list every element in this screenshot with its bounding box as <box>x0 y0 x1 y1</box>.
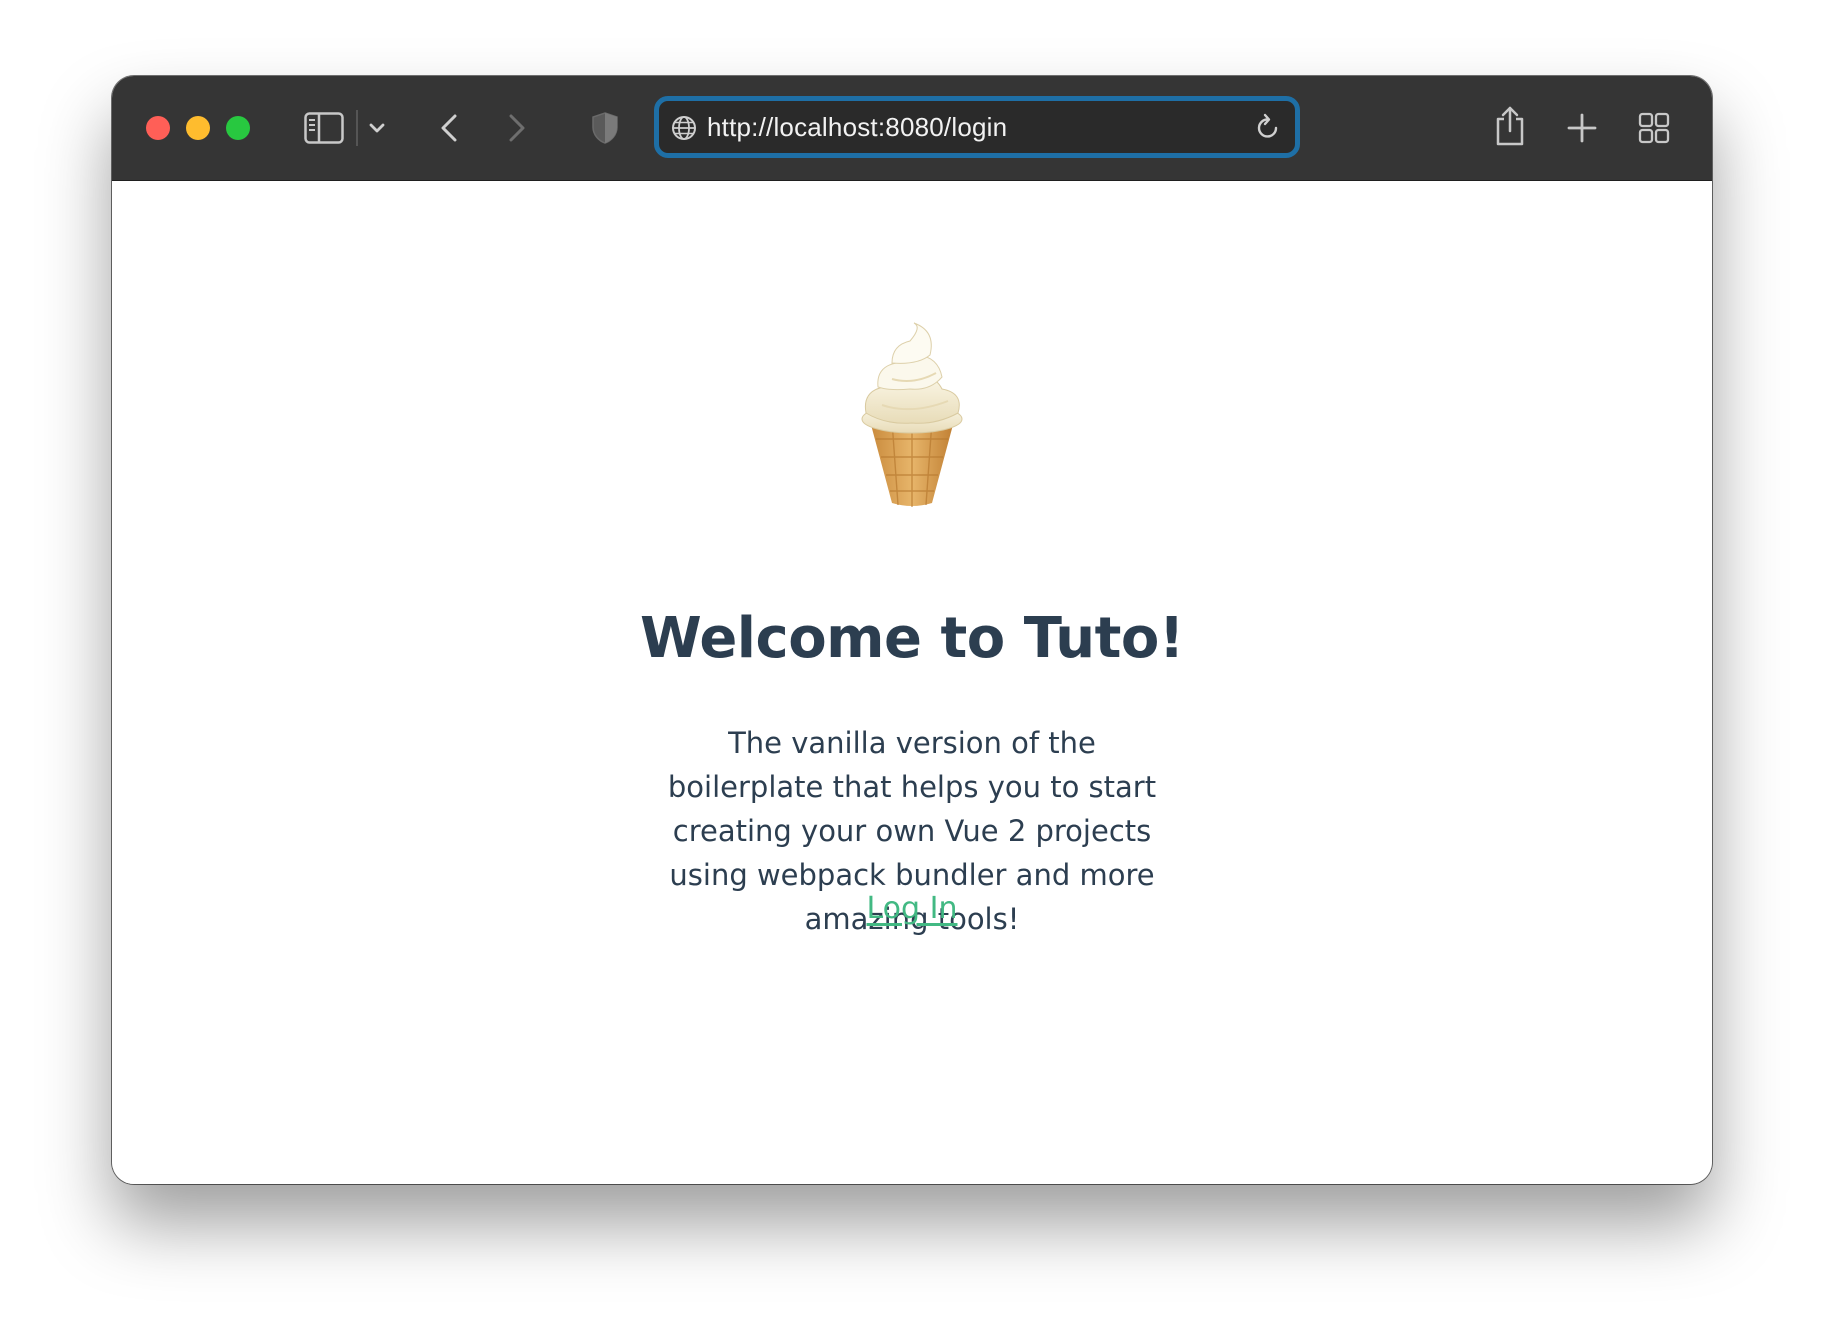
close-window-button[interactable] <box>146 116 170 140</box>
reload-icon[interactable] <box>1255 113 1281 146</box>
chevron-down-icon[interactable] <box>366 116 388 140</box>
plus-icon[interactable] <box>1566 112 1598 144</box>
back-icon[interactable] <box>434 110 464 146</box>
zoom-window-button[interactable] <box>226 116 250 140</box>
share-icon[interactable] <box>1492 104 1528 148</box>
page-content: Welcome to Tuto! The vanilla version of … <box>112 181 1712 1184</box>
toolbar-divider <box>356 110 358 146</box>
globe-icon <box>671 115 697 146</box>
browser-toolbar: http://localhost:8080/login <box>112 76 1712 181</box>
minimize-window-button[interactable] <box>186 116 210 140</box>
login-link[interactable]: Log In <box>112 891 1712 926</box>
url-text[interactable]: http://localhost:8080/login <box>707 101 1007 153</box>
forward-icon[interactable] <box>502 110 532 146</box>
page-title: Welcome to Tuto! <box>640 606 1184 671</box>
address-bar[interactable]: http://localhost:8080/login <box>654 96 1300 158</box>
sidebar-icon[interactable] <box>304 110 344 146</box>
browser-window: http://localhost:8080/login Welcome to T… <box>112 76 1712 1184</box>
ice-cream-cone-icon <box>861 322 963 507</box>
shield-icon[interactable] <box>590 110 620 146</box>
tabs-grid-icon[interactable] <box>1636 110 1672 146</box>
